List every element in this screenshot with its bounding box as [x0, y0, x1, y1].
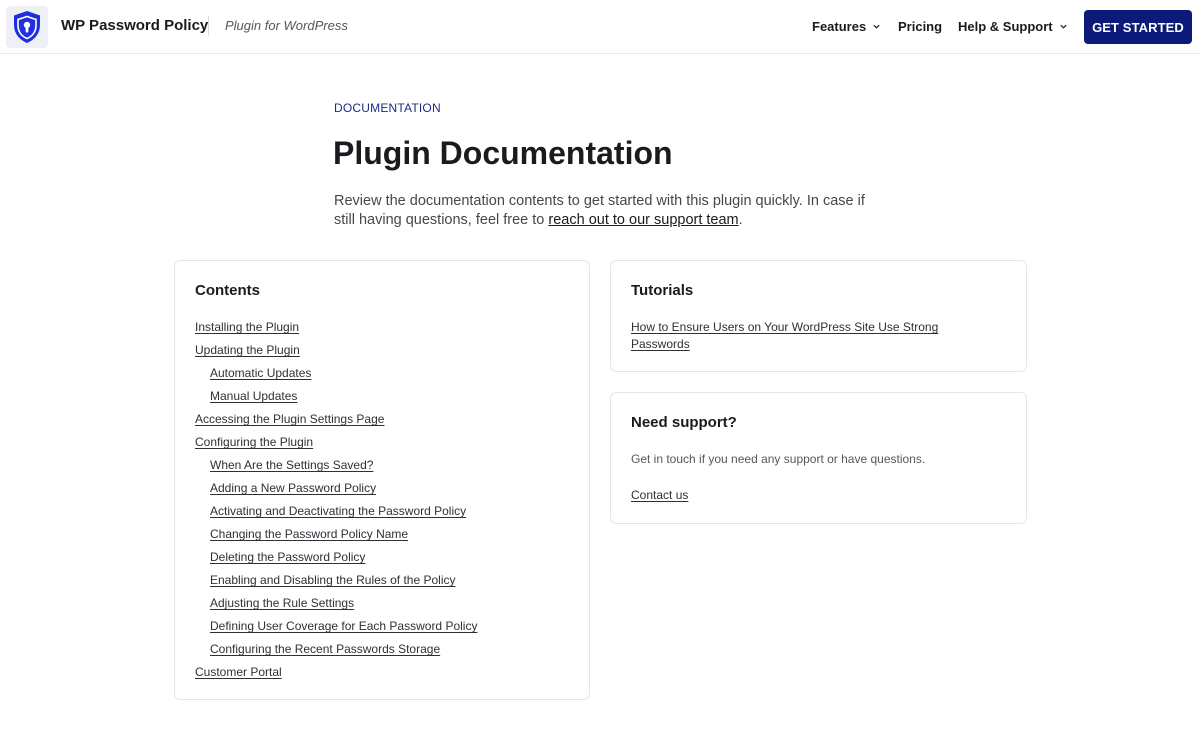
chevron-down-icon [1059, 24, 1067, 29]
contents-link[interactable]: Configuring the Recent Passwords Storage [210, 642, 440, 656]
nav-pricing-label: Pricing [898, 19, 943, 34]
section-eyebrow: DOCUMENTATION [334, 101, 441, 115]
header-divider [208, 16, 209, 36]
contents-title: Contents [195, 282, 260, 299]
logo[interactable] [6, 6, 48, 48]
support-team-link[interactable]: reach out to our support team [548, 212, 738, 228]
contents-link[interactable]: Installing the Plugin [195, 320, 299, 334]
contents-link[interactable]: Deleting the Password Policy [210, 550, 365, 564]
chevron-down-icon [873, 24, 880, 29]
nav-help-label: Help & Support [958, 19, 1053, 34]
contents-list-item: Automatic Updates [195, 365, 477, 388]
contents-card: Contents Installing the Plugin Updating t… [174, 260, 590, 700]
contents-list-item: Enabling and Disabling the Rules of the … [195, 572, 477, 595]
contents-list: Installing the Plugin Updating the Plugin… [195, 319, 477, 687]
nav-features[interactable]: Features [812, 19, 881, 34]
contents-list-item: Customer Portal [195, 664, 477, 687]
contents-list-item: Defining User Coverage for Each Password… [195, 618, 477, 641]
contact-us-link[interactable]: Contact us [631, 488, 688, 502]
tagline: Plugin for WordPress [225, 18, 348, 33]
contents-link[interactable]: Manual Updates [210, 389, 297, 403]
intro-paragraph: Review the documentation contents to get… [334, 192, 874, 230]
contents-link[interactable]: When Are the Settings Saved? [210, 458, 373, 472]
contents-link[interactable]: Changing the Password Policy Name [210, 527, 408, 541]
contents-link[interactable]: Adding a New Password Policy [210, 481, 376, 495]
contents-list-item: Configuring the Recent Passwords Storage [195, 641, 477, 664]
contents-list-item: Adding a New Password Policy [195, 480, 477, 503]
support-text: Get in touch if you need any support or … [631, 452, 926, 466]
nav-help-support[interactable]: Help & Support [958, 19, 1068, 34]
tutorial-link[interactable]: How to Ensure Users on Your WordPress Si… [631, 319, 971, 353]
support-title: Need support? [631, 414, 737, 431]
contents-list-item: Configuring the Plugin [195, 434, 477, 457]
site-header: WP Password Policy Plugin for WordPress … [0, 0, 1200, 54]
support-card: Need support? Get in touch if you need a… [610, 392, 1027, 524]
contents-link[interactable]: Accessing the Plugin Settings Page [195, 412, 384, 426]
contents-list-item: Changing the Password Policy Name [195, 526, 477, 549]
contents-list-item: Installing the Plugin [195, 319, 477, 342]
contents-link[interactable]: Activating and Deactivating the Password… [210, 504, 466, 518]
contents-list-item: Updating the Plugin [195, 342, 477, 365]
tutorials-card: Tutorials How to Ensure Users on Your Wo… [610, 260, 1027, 372]
contents-list-item: Activating and Deactivating the Password… [195, 503, 477, 526]
contents-list-item: Accessing the Plugin Settings Page [195, 411, 477, 434]
contents-link[interactable]: Adjusting the Rule Settings [210, 596, 354, 610]
nav-pricing[interactable]: Pricing [898, 19, 942, 34]
get-started-button[interactable]: GET STARTED [1084, 10, 1192, 44]
contents-link[interactable]: Configuring the Plugin [195, 435, 313, 449]
contents-list-item: When Are the Settings Saved? [195, 457, 477, 480]
contents-list-item: Manual Updates [195, 388, 477, 411]
intro-text-end: . [738, 212, 743, 228]
contents-link[interactable]: Automatic Updates [210, 366, 311, 380]
page-title: Plugin Documentation [333, 135, 673, 171]
tutorials-title: Tutorials [631, 282, 694, 299]
brand-name[interactable]: WP Password Policy [61, 17, 208, 34]
contents-link[interactable]: Defining User Coverage for Each Password… [210, 619, 477, 633]
nav-features-label: Features [812, 19, 867, 34]
contents-link[interactable]: Customer Portal [195, 665, 282, 679]
contents-list-item: Adjusting the Rule Settings [195, 595, 477, 618]
contents-list-item: Deleting the Password Policy [195, 549, 477, 572]
contents-link[interactable]: Enabling and Disabling the Rules of the … [210, 573, 455, 587]
contents-link[interactable]: Updating the Plugin [195, 343, 300, 357]
shield-keyhole-icon [14, 11, 40, 43]
